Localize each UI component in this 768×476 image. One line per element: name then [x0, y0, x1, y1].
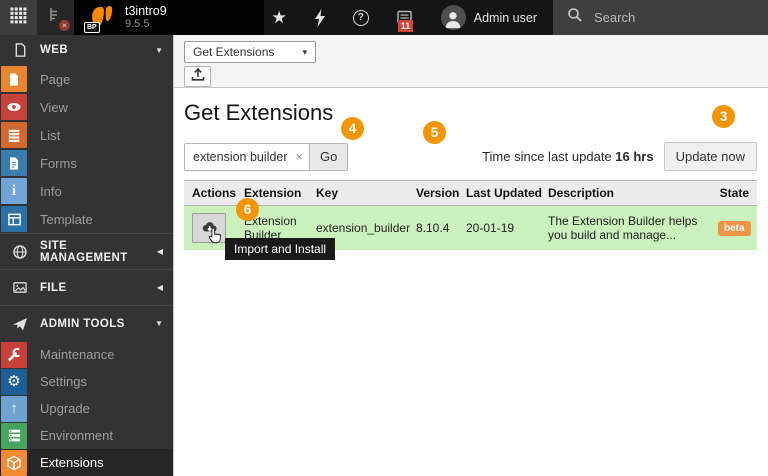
callout-badge-4: 4	[341, 117, 364, 140]
callout-badge-6: 6	[236, 198, 259, 221]
pagetree-close-badge: ×	[59, 20, 70, 31]
user-menu[interactable]: Admin user	[441, 5, 537, 30]
description-cell: The Extension Builder helps you build an…	[540, 206, 710, 251]
module-menu-button[interactable]	[0, 0, 37, 35]
site-brand[interactable]: BP t3intro9 9.5.5	[74, 0, 264, 35]
list-icon	[1, 122, 27, 148]
typo3-version: 9.5.5	[125, 18, 167, 31]
sidebar-item-settings[interactable]: ⚙ Settings	[0, 368, 173, 395]
paper-plane-icon	[0, 316, 40, 332]
logo-bp-badge: BP	[84, 22, 100, 33]
import-install-tooltip: Import and Install	[225, 238, 335, 260]
site-title: t3intro9	[125, 4, 167, 18]
globe-icon	[0, 244, 40, 260]
clear-search-icon[interactable]: ×	[295, 149, 303, 164]
upload-icon	[190, 66, 206, 87]
global-search[interactable]	[553, 0, 768, 35]
sidebar-item-maintenance[interactable]: Maintenance	[0, 341, 173, 368]
username-label: Admin user	[474, 11, 537, 25]
search-icon	[567, 7, 583, 28]
sidebar-section-admin-tools[interactable]: ADMIN TOOLS ▼	[0, 305, 173, 341]
chevron-left-icon: ◀	[157, 283, 163, 292]
avatar	[441, 5, 466, 30]
sidebar-section-web[interactable]: WEB ▼	[0, 35, 173, 65]
topbar: × BP t3intro9 9.5.5 ★ ? 11	[0, 0, 768, 35]
column-version: Version	[408, 181, 458, 206]
column-key: Key	[308, 181, 408, 206]
module-sidebar: WEB ▼ Page View List Forms	[0, 35, 174, 476]
sidebar-item-view[interactable]: View	[0, 93, 173, 121]
column-description: Description	[540, 181, 710, 206]
sidebar-item-forms[interactable]: Forms	[0, 149, 173, 177]
pagetree-toggle-button[interactable]: ×	[37, 0, 74, 35]
topbar-toolbar: ★ ? 11 Admin user	[266, 0, 553, 35]
beta-state-badge: beta	[718, 221, 751, 236]
arrow-up-icon: ↑	[1, 396, 27, 422]
upload-extension-button[interactable]	[184, 66, 211, 87]
column-state: State	[710, 181, 757, 206]
sidebar-section-site-management[interactable]: SITE MANAGEMENT ◀	[0, 233, 173, 269]
eye-icon	[1, 94, 27, 120]
bookmarks-star-icon[interactable]: ★	[272, 8, 287, 28]
system-information-icon[interactable]: 11	[396, 10, 414, 26]
chevron-left-icon: ◀	[157, 247, 163, 256]
gear-icon: ⚙	[1, 369, 27, 395]
go-button[interactable]: Go	[309, 143, 348, 171]
chevron-down-icon: ▼	[155, 46, 163, 55]
sidebar-item-upgrade[interactable]: ↑ Upgrade	[0, 395, 173, 422]
cube-icon	[1, 450, 27, 476]
notification-count-badge: 11	[398, 20, 414, 32]
docheader: Get Extensions ▾	[174, 35, 768, 88]
grid-icon	[10, 7, 27, 29]
clear-cache-bolt-icon[interactable]	[314, 9, 326, 27]
wrench-icon	[1, 342, 27, 368]
sidebar-item-list[interactable]: List	[0, 121, 173, 149]
help-icon[interactable]: ?	[353, 10, 369, 26]
extension-search-input[interactable]	[184, 143, 310, 171]
column-last-updated: Last Updated	[458, 181, 540, 206]
callout-badge-3: 3	[712, 105, 735, 128]
last-update-label: Time since last update 16 hrs	[482, 149, 654, 164]
sidebar-section-file[interactable]: FILE ◀	[0, 269, 173, 305]
server-icon	[1, 423, 27, 449]
image-icon	[0, 280, 40, 295]
sidebar-item-extensions[interactable]: Extensions	[0, 449, 173, 476]
version-cell: 8.10.4	[408, 206, 458, 251]
column-actions: Actions	[184, 181, 236, 206]
sidebar-item-environment[interactable]: Environment	[0, 422, 173, 449]
chevron-down-icon: ▼	[155, 319, 163, 328]
web-document-icon	[0, 42, 40, 58]
info-icon: i	[1, 178, 27, 204]
sidebar-item-page[interactable]: Page	[0, 65, 173, 93]
extension-search-group: × Go	[184, 143, 348, 171]
state-cell: beta	[710, 206, 757, 251]
global-search-input[interactable]	[592, 9, 732, 26]
update-now-button[interactable]: Update now	[664, 142, 757, 171]
page-title: Get Extensions	[184, 100, 757, 126]
caret-down-icon: ▾	[302, 47, 307, 58]
module-body: Get Extensions × Go Time since last upda…	[174, 88, 768, 476]
module-function-select[interactable]: Get Extensions ▾	[184, 41, 316, 63]
template-icon	[1, 206, 27, 232]
last-update-value: 16 hrs	[615, 149, 653, 164]
form-document-icon	[1, 150, 27, 176]
last-updated-cell: 20-01-19	[458, 206, 540, 251]
table-header-row: Actions Extension Key Version Last Updat…	[184, 181, 757, 206]
typo3-logo-icon: BP	[86, 4, 116, 32]
callout-badge-5: 5	[423, 121, 446, 144]
sidebar-item-template[interactable]: Template	[0, 205, 173, 233]
hand-cursor-icon	[206, 227, 223, 249]
sidebar-item-info[interactable]: i Info	[0, 177, 173, 205]
page-icon	[1, 66, 27, 92]
